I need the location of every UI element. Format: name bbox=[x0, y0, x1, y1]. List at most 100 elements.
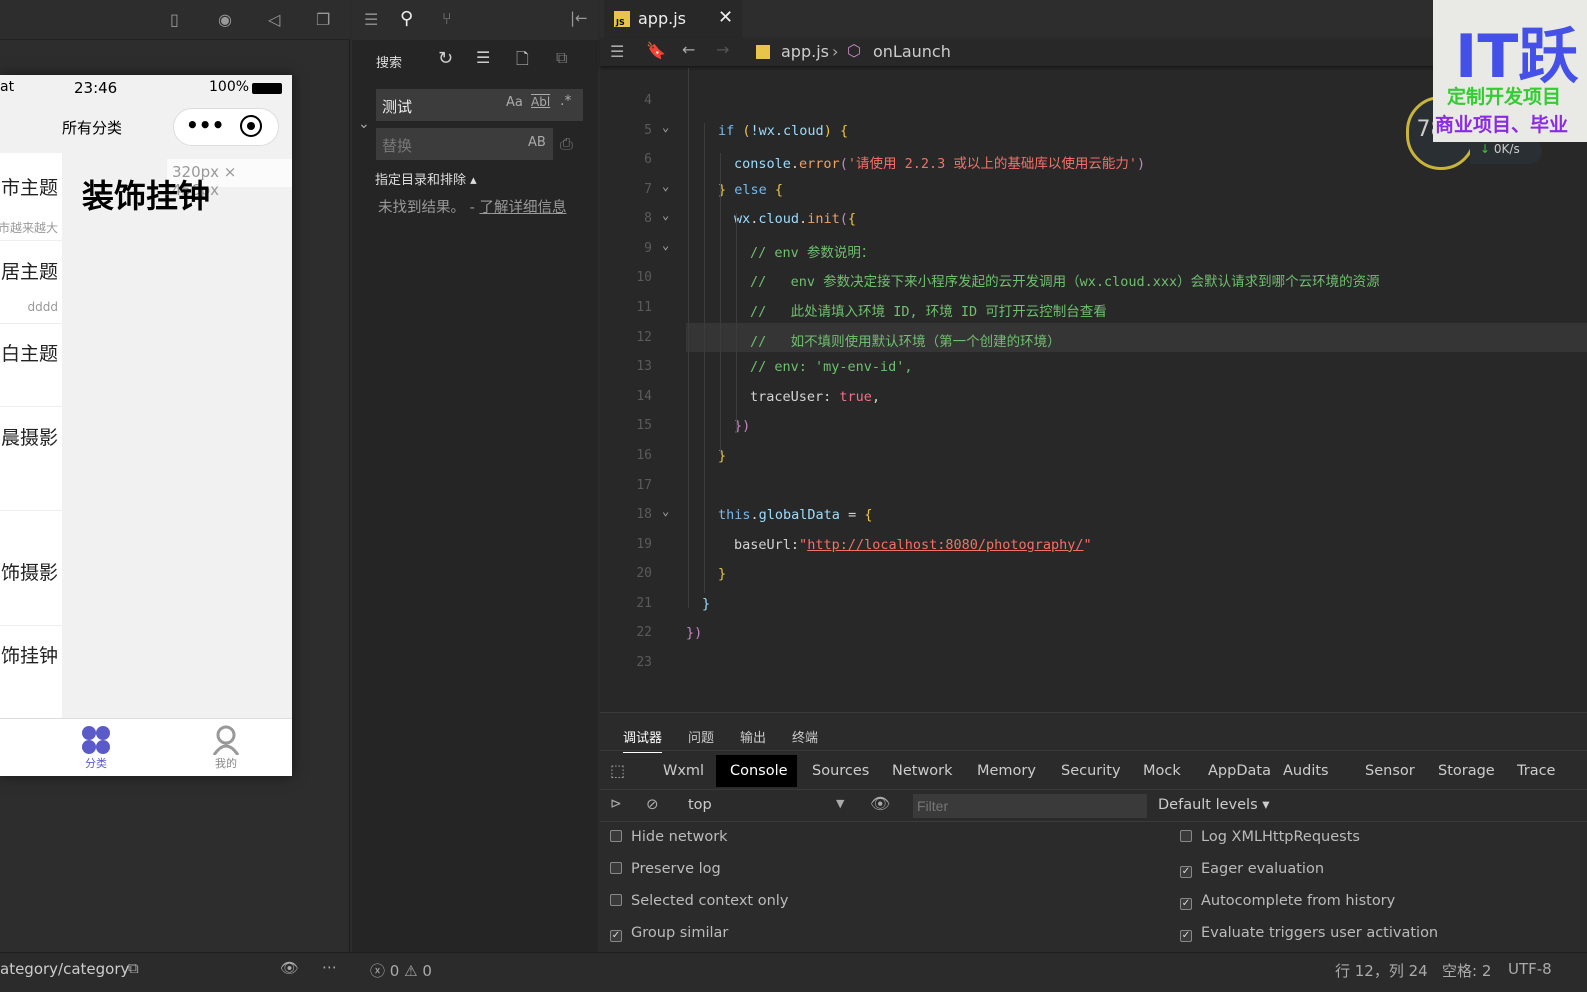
clear-console-icon[interactable]: ⊘ bbox=[646, 795, 659, 813]
collapse-panel-icon[interactable]: |← bbox=[570, 9, 588, 27]
forward-icon[interactable]: → bbox=[716, 40, 729, 59]
category-item[interactable]: 饰摄影 bbox=[1, 558, 58, 585]
capsule-menu[interactable]: ••• bbox=[173, 108, 279, 146]
panel-tab-memory[interactable]: Memory bbox=[977, 763, 1036, 779]
checkbox[interactable]: ✓ bbox=[610, 930, 622, 942]
preserve-case-toggle[interactable]: AB bbox=[528, 135, 546, 150]
category-item[interactable]: 居主题 bbox=[1, 257, 58, 284]
panel-tab-network[interactable]: Network bbox=[892, 763, 953, 779]
category-item[interactable]: 晨摄影 bbox=[1, 423, 58, 450]
panel-tab-console[interactable]: Console bbox=[730, 763, 788, 779]
category-item[interactable]: 市主题 bbox=[1, 173, 58, 200]
filter-input[interactable] bbox=[913, 794, 1147, 818]
phone-icon[interactable]: ▯ bbox=[170, 10, 179, 29]
panel-tab-mock[interactable]: Mock bbox=[1143, 763, 1181, 779]
inspect-element-icon[interactable]: ⬚ bbox=[610, 761, 625, 780]
panel-tab-wxml[interactable]: Wxml bbox=[663, 763, 704, 779]
tab-output[interactable]: 输出 bbox=[740, 727, 766, 746]
context-select[interactable]: top bbox=[688, 797, 712, 813]
explorer-icon[interactable]: ☰ bbox=[364, 10, 378, 29]
fold-chevron-icon[interactable]: ⌄ bbox=[662, 120, 669, 134]
category-item[interactable]: 饰挂钟 bbox=[1, 641, 58, 668]
phone-screen: at 23:46 100% 所有分类 ••• 市主题 市越来越大 居主题 ddd… bbox=[0, 75, 292, 776]
panel-tab-trace[interactable]: Trace bbox=[1517, 763, 1555, 779]
panel-tab-sensor[interactable]: Sensor bbox=[1365, 763, 1415, 779]
checkbox[interactable]: ✓ bbox=[1180, 930, 1192, 942]
tab-problems[interactable]: 问题 bbox=[688, 727, 714, 746]
search-icon[interactable]: ⚲ bbox=[400, 8, 413, 29]
close-circle-icon[interactable] bbox=[240, 115, 262, 137]
checkbox[interactable] bbox=[610, 862, 622, 874]
code-line: console.error('请使用 2.2.3 或以上的基础库以使用云能力') bbox=[734, 152, 1145, 172]
problems-indicator[interactable]: ⓧ 0 ⚠ 0 bbox=[370, 960, 432, 981]
back-icon[interactable]: ← bbox=[682, 40, 695, 59]
console-option[interactable]: ✓ Evaluate triggers user activation bbox=[1180, 925, 1438, 942]
replace-input[interactable]: 替换 AB bbox=[376, 128, 553, 160]
console-option[interactable]: Preserve log bbox=[610, 861, 721, 877]
copy-icon[interactable]: ⧉ bbox=[128, 959, 139, 977]
category-item[interactable]: 白主题 bbox=[1, 339, 58, 366]
clear-results-icon[interactable]: ☰ bbox=[476, 48, 490, 67]
outline-icon[interactable]: ☰ bbox=[610, 42, 624, 61]
breadcrumb-file[interactable]: app.js bbox=[781, 42, 829, 61]
checkbox[interactable] bbox=[1180, 830, 1192, 842]
tab-debugger[interactable]: 调试器 bbox=[623, 727, 663, 753]
sidebar-toggle-icon[interactable]: ⊳ bbox=[610, 796, 622, 812]
checkbox[interactable]: ✓ bbox=[1180, 866, 1192, 878]
eye-icon[interactable]: 👁 bbox=[280, 959, 299, 977]
learn-more-link[interactable]: 了解详细信息 bbox=[479, 200, 566, 216]
fold-chevron-icon[interactable]: ⌄ bbox=[662, 179, 669, 193]
line-number: 10 bbox=[636, 270, 652, 286]
checkbox[interactable] bbox=[610, 830, 622, 842]
window-icon[interactable]: ❐ bbox=[316, 10, 330, 29]
option-label: Eager evaluation bbox=[1201, 861, 1325, 877]
more-icon[interactable]: ⋯ bbox=[322, 958, 337, 976]
match-word-toggle[interactable]: Abl bbox=[531, 95, 550, 109]
search-input[interactable]: 测试 Aa Abl .* bbox=[376, 89, 583, 121]
collapse-all-icon[interactable]: ⧉ bbox=[556, 48, 567, 68]
chevron-down-icon[interactable]: ▼ bbox=[836, 797, 844, 810]
console-option[interactable]: ✓ Eager evaluation bbox=[1180, 861, 1324, 878]
fold-chevron-icon[interactable]: ⌄ bbox=[662, 238, 669, 252]
regex-toggle[interactable]: .* bbox=[560, 93, 571, 109]
new-search-icon[interactable]: 🗋 bbox=[516, 48, 529, 75]
scope-toggle[interactable]: 指定目录和排除 ▴ bbox=[375, 169, 477, 188]
close-icon[interactable]: ✕ bbox=[718, 7, 733, 28]
tab-app-js[interactable]: JS app.js ✕ bbox=[604, 0, 742, 38]
panel-tab-appdata[interactable]: AppData bbox=[1208, 763, 1271, 779]
panel-tab-storage[interactable]: Storage bbox=[1438, 763, 1495, 779]
fold-chevron-icon[interactable]: ⌄ bbox=[662, 208, 669, 222]
git-branch-icon[interactable]: ⑂ bbox=[442, 9, 452, 28]
devtools-tabs: 调试器 问题 输出 终端 bbox=[600, 713, 1587, 753]
fold-chevron-icon[interactable]: ⌄ bbox=[662, 504, 669, 518]
breadcrumb-symbol[interactable]: onLaunch bbox=[873, 42, 951, 61]
toggle-replace-icon[interactable]: ⌄ bbox=[358, 116, 370, 132]
console-option[interactable]: ✓ Autocomplete from history bbox=[1180, 893, 1395, 910]
eye-icon[interactable]: 👁 bbox=[870, 794, 890, 813]
code-token: else bbox=[734, 181, 775, 198]
bookmark-icon[interactable]: 🔖 bbox=[646, 41, 666, 60]
checkbox[interactable] bbox=[610, 894, 622, 906]
match-case-toggle[interactable]: Aa bbox=[506, 95, 523, 110]
refresh-icon[interactable]: ↻ bbox=[438, 48, 453, 69]
encoding[interactable]: UTF-8 bbox=[1508, 960, 1552, 978]
tab-terminal[interactable]: 终端 bbox=[792, 727, 818, 746]
console-option[interactable]: ✓ Group similar bbox=[610, 925, 728, 942]
code-area[interactable]: 4 5 ⌄ if (!wx.cloud) {6 console.error('请使用 2… bbox=[600, 68, 1587, 712]
levels-select[interactable]: Default levels ▾ bbox=[1158, 797, 1270, 813]
tab-category[interactable]: 分类 bbox=[76, 725, 116, 771]
console-option[interactable]: Selected context only bbox=[610, 893, 788, 909]
more-icon[interactable]: ••• bbox=[186, 113, 224, 137]
console-option[interactable]: Hide network bbox=[610, 829, 728, 845]
panel-tab-security[interactable]: Security bbox=[1061, 763, 1121, 779]
console-option[interactable]: Log XMLHttpRequests bbox=[1180, 829, 1360, 845]
cursor-position[interactable]: 行 12，列 24 bbox=[1335, 960, 1428, 981]
volume-icon[interactable]: ◁ bbox=[268, 10, 280, 29]
panel-tab-sources[interactable]: Sources bbox=[812, 763, 869, 779]
replace-all-icon[interactable]: ⎙ bbox=[560, 134, 573, 154]
record-icon[interactable]: ◉ bbox=[218, 10, 232, 29]
checkbox[interactable]: ✓ bbox=[1180, 898, 1192, 910]
tab-mine[interactable]: 我的 bbox=[206, 725, 246, 771]
indentation[interactable]: 空格: 2 bbox=[1442, 960, 1491, 981]
panel-tab-audits[interactable]: Audits bbox=[1283, 763, 1329, 779]
